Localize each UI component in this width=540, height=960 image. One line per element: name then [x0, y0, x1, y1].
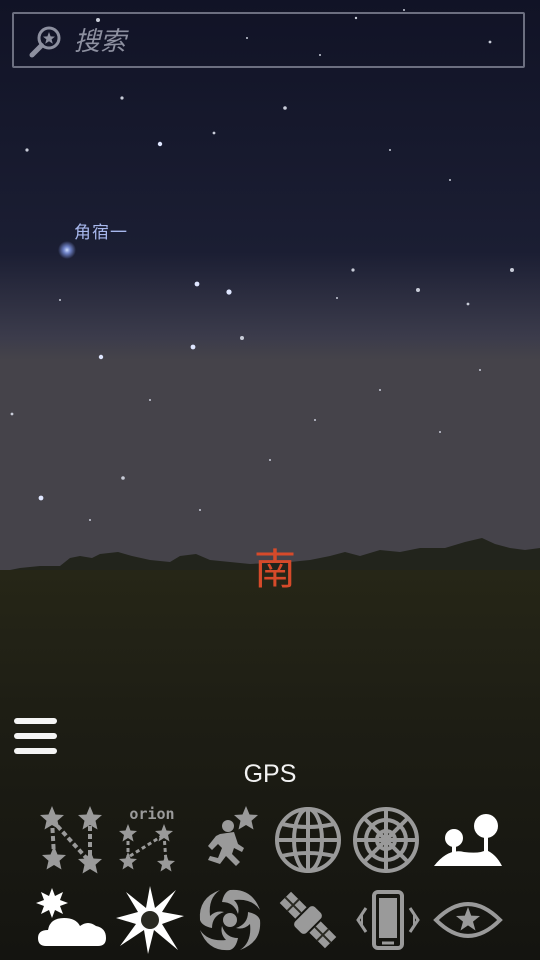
star	[226, 289, 232, 295]
star	[403, 9, 405, 11]
azimuthal-grid-button[interactable]	[272, 804, 344, 876]
cardinal-direction-south: 南	[254, 545, 297, 594]
night-mode-icon	[433, 902, 503, 938]
search-icon[interactable]	[28, 24, 64, 60]
star	[10, 412, 14, 416]
star	[190, 344, 196, 350]
landscape-button[interactable]	[432, 804, 504, 876]
star	[98, 354, 104, 360]
search-bar[interactable]	[12, 12, 525, 68]
gyroscope-icon	[356, 890, 420, 950]
star	[510, 268, 514, 272]
constellation-lines-icon	[40, 806, 102, 874]
star	[121, 476, 125, 480]
landscape-icon	[434, 814, 502, 866]
star	[194, 281, 200, 287]
star	[89, 519, 91, 521]
constellation-art-icon	[208, 806, 258, 866]
star	[283, 106, 287, 110]
star	[120, 96, 124, 100]
constellation-art-button[interactable]	[194, 804, 266, 876]
constellation-names-icon: orion	[119, 805, 175, 872]
star-label-spica[interactable]: 角宿一	[74, 218, 128, 243]
satellite-button[interactable]	[272, 884, 344, 956]
galaxy-button[interactable]	[194, 884, 266, 956]
constellation-names-button[interactable]: orion	[116, 804, 188, 876]
galaxy-icon	[199, 889, 261, 951]
night-mode-button[interactable]	[432, 884, 504, 956]
hamburger-menu-icon[interactable]	[14, 716, 58, 756]
atmosphere-button[interactable]	[36, 884, 108, 956]
deep-sky-objects-icon	[116, 886, 184, 954]
star	[416, 288, 420, 292]
star	[157, 141, 163, 147]
satellite-icon	[279, 891, 337, 949]
star	[439, 431, 441, 433]
star	[336, 297, 338, 299]
gyroscope-button[interactable]	[352, 884, 424, 956]
star	[38, 495, 44, 501]
location-source-label: GPS	[243, 760, 297, 788]
deep-sky-objects-button[interactable]	[114, 884, 186, 956]
equatorial-grid-button[interactable]	[350, 804, 422, 876]
star	[269, 459, 271, 461]
svg-text:orion: orion	[129, 805, 174, 823]
star	[240, 336, 244, 340]
star	[212, 131, 216, 135]
star	[199, 509, 201, 511]
azimuthal-grid-icon	[275, 807, 341, 873]
star	[466, 302, 470, 306]
star	[389, 149, 391, 151]
equatorial-grid-icon	[353, 807, 419, 873]
star	[379, 389, 381, 391]
star	[479, 369, 481, 371]
constellation-lines-button[interactable]	[38, 804, 110, 876]
star	[449, 179, 451, 181]
star	[149, 399, 151, 401]
star	[59, 299, 61, 301]
atmosphere-icon	[36, 888, 106, 946]
star	[351, 268, 355, 272]
search-input[interactable]	[72, 20, 516, 64]
star	[314, 419, 316, 421]
star	[25, 148, 29, 152]
spica-star[interactable]	[58, 241, 76, 259]
